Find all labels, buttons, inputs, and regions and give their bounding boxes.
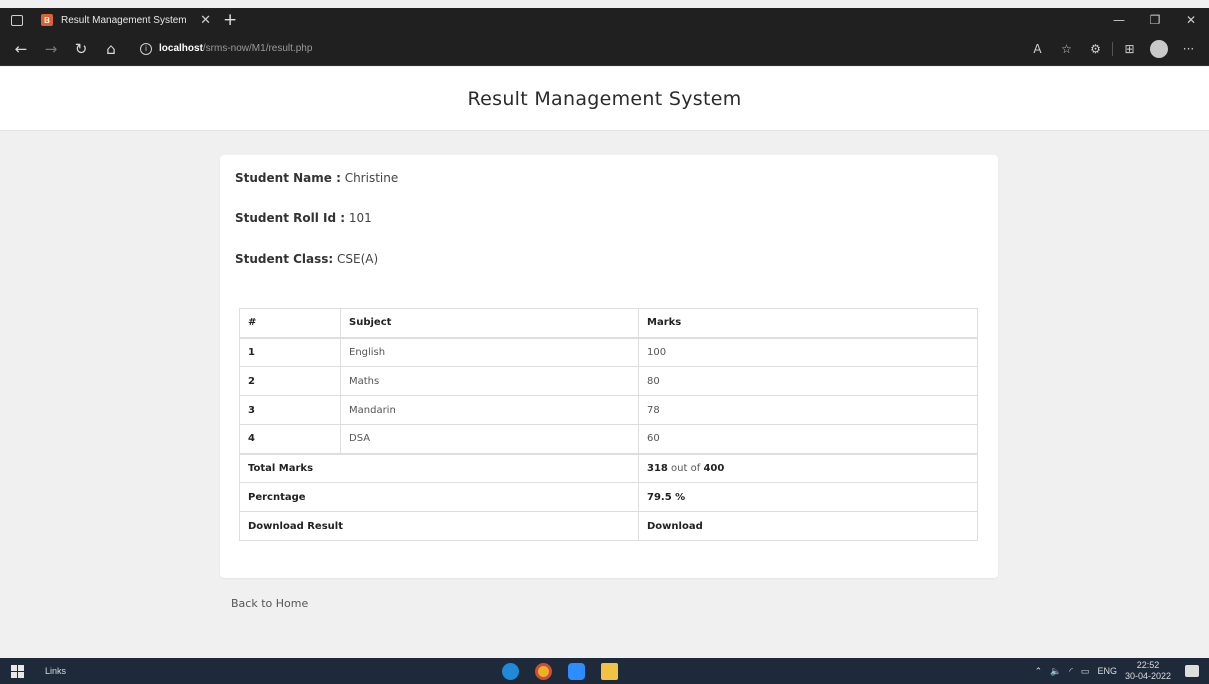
table-row: 4 DSA 60 [239,424,978,454]
student-name-row: Student Name : Christine [235,171,398,185]
student-roll-label: Student Roll Id : [235,211,346,225]
percentage-label: Percntage [239,482,639,512]
collections-icon[interactable]: ⊞ [1117,42,1142,56]
browser-tab[interactable]: B Result Management System ✕ [41,8,219,32]
page-header: Result Management System [0,67,1209,131]
wifi-icon[interactable]: ◜ [1069,666,1073,677]
favicon-icon: B [41,14,53,26]
header-marks: Marks [638,308,978,339]
download-row: Download Result Download [239,511,978,541]
zoom-icon[interactable] [568,662,585,680]
refresh-icon[interactable]: ↻ [66,40,96,58]
table-row: 3 Mandarin 78 [239,395,978,425]
student-name-value: Christine [340,171,399,185]
total-marks-row: Total Marks 318 out of 400 [239,453,978,483]
battery-icon[interactable]: ▭ [1081,666,1090,677]
edge-icon[interactable] [502,662,519,680]
download-link[interactable]: Download [638,511,978,541]
table-row: 1 English 100 [239,337,978,367]
tab-actions-icon[interactable] [11,14,23,26]
url-path: /srms-now/M1/result.php [202,43,313,54]
student-class-label: Student Class: [235,252,334,266]
student-class-row: Student Class: CSE(A) [235,252,378,266]
row-marks: 100 [638,337,978,367]
table-header-row: # Subject Marks [239,308,978,339]
header-number: # [239,308,341,339]
minimize-icon[interactable]: — [1101,13,1137,27]
header-subject: Subject [340,308,639,339]
total-out-of-text: out of [667,462,704,474]
read-aloud-icon[interactable]: A [1025,42,1050,56]
percentage-value: 79.5 % [638,482,978,512]
row-number: 4 [239,424,341,454]
row-subject: DSA [340,424,639,454]
row-subject: Maths [340,366,639,396]
total-marks-label: Total Marks [239,453,639,483]
download-label: Download Result [239,511,639,541]
tab-close-icon[interactable]: ✕ [200,12,211,28]
row-subject: Mandarin [340,395,639,425]
student-class-value: CSE(A) [333,252,379,266]
percentage-row: Percntage 79.5 % [239,482,978,512]
result-card: Student Name : Christine Student Roll Id… [220,155,998,578]
taskbar: Links ⌃ 🔈 ◜ ▭ ENG 22:52 30-04-2022 [0,658,1209,684]
url-field[interactable]: i localhost/srms-now/M1/result.php [140,42,313,55]
toolbar-divider [1112,42,1113,56]
info-icon[interactable]: i [140,42,152,55]
page-title: Result Management System [467,87,742,110]
results-table: # Subject Marks 1 English 100 2 Maths 80… [239,308,978,541]
row-marks: 78 [638,395,978,425]
toolbar-icons: A ☆ ⚙ ⊞ ··· [1025,32,1201,66]
url-host: localhost [159,43,203,54]
new-tab-button[interactable]: + [223,11,237,29]
window-controls: — ❐ ✕ [1101,8,1209,32]
student-roll-value: 101 [345,211,372,225]
browser-titlebar: B Result Management System ✕ + — ❐ ✕ [0,8,1209,32]
address-bar: ← → ↻ ⌂ i localhost/srms-now/M1/result.p… [0,32,1209,66]
file-explorer-icon[interactable] [601,662,618,680]
total-marks-value: 318 out of 400 [638,453,978,483]
clock-time: 22:52 [1136,660,1160,670]
row-number: 1 [239,337,341,367]
favorite-star-icon[interactable]: ☆ [1054,42,1079,56]
restore-icon[interactable]: ❐ [1137,13,1173,27]
extensions-icon[interactable]: ⚙ [1083,42,1108,56]
back-icon[interactable]: ← [6,40,36,58]
back-to-home-link[interactable]: Back to Home [231,597,308,610]
close-window-icon[interactable]: ✕ [1173,13,1209,27]
row-subject: English [340,337,639,367]
clock[interactable]: 22:52 30-04-2022 [1125,660,1171,682]
row-number: 2 [239,366,341,396]
volume-icon[interactable]: 🔈 [1050,666,1061,677]
row-marks: 80 [638,366,978,396]
table-row: 2 Maths 80 [239,366,978,396]
profile-avatar[interactable] [1150,40,1168,58]
windows-start-icon[interactable] [11,664,24,678]
total-max: 400 [703,462,725,474]
clock-date: 30-04-2022 [1124,671,1171,681]
notifications-icon[interactable] [1185,665,1199,677]
system-tray: ⌃ 🔈 ◜ ▭ ENG 22:52 30-04-2022 [1035,658,1209,684]
student-name-label: Student Name : [235,171,341,185]
forward-icon[interactable]: → [36,40,66,58]
language-indicator[interactable]: ENG [1097,666,1117,676]
taskbar-links-label[interactable]: Links [45,666,66,676]
tab-title: Result Management System [61,14,187,26]
tray-chevron-icon[interactable]: ⌃ [1035,666,1043,677]
student-roll-row: Student Roll Id : 101 [235,211,372,225]
total-obtained: 318 [647,462,668,474]
row-number: 3 [239,395,341,425]
chrome-icon[interactable] [535,662,552,680]
home-icon[interactable]: ⌂ [96,40,126,58]
taskbar-apps [502,658,618,684]
more-menu-icon[interactable]: ··· [1176,42,1201,56]
row-marks: 60 [638,424,978,454]
